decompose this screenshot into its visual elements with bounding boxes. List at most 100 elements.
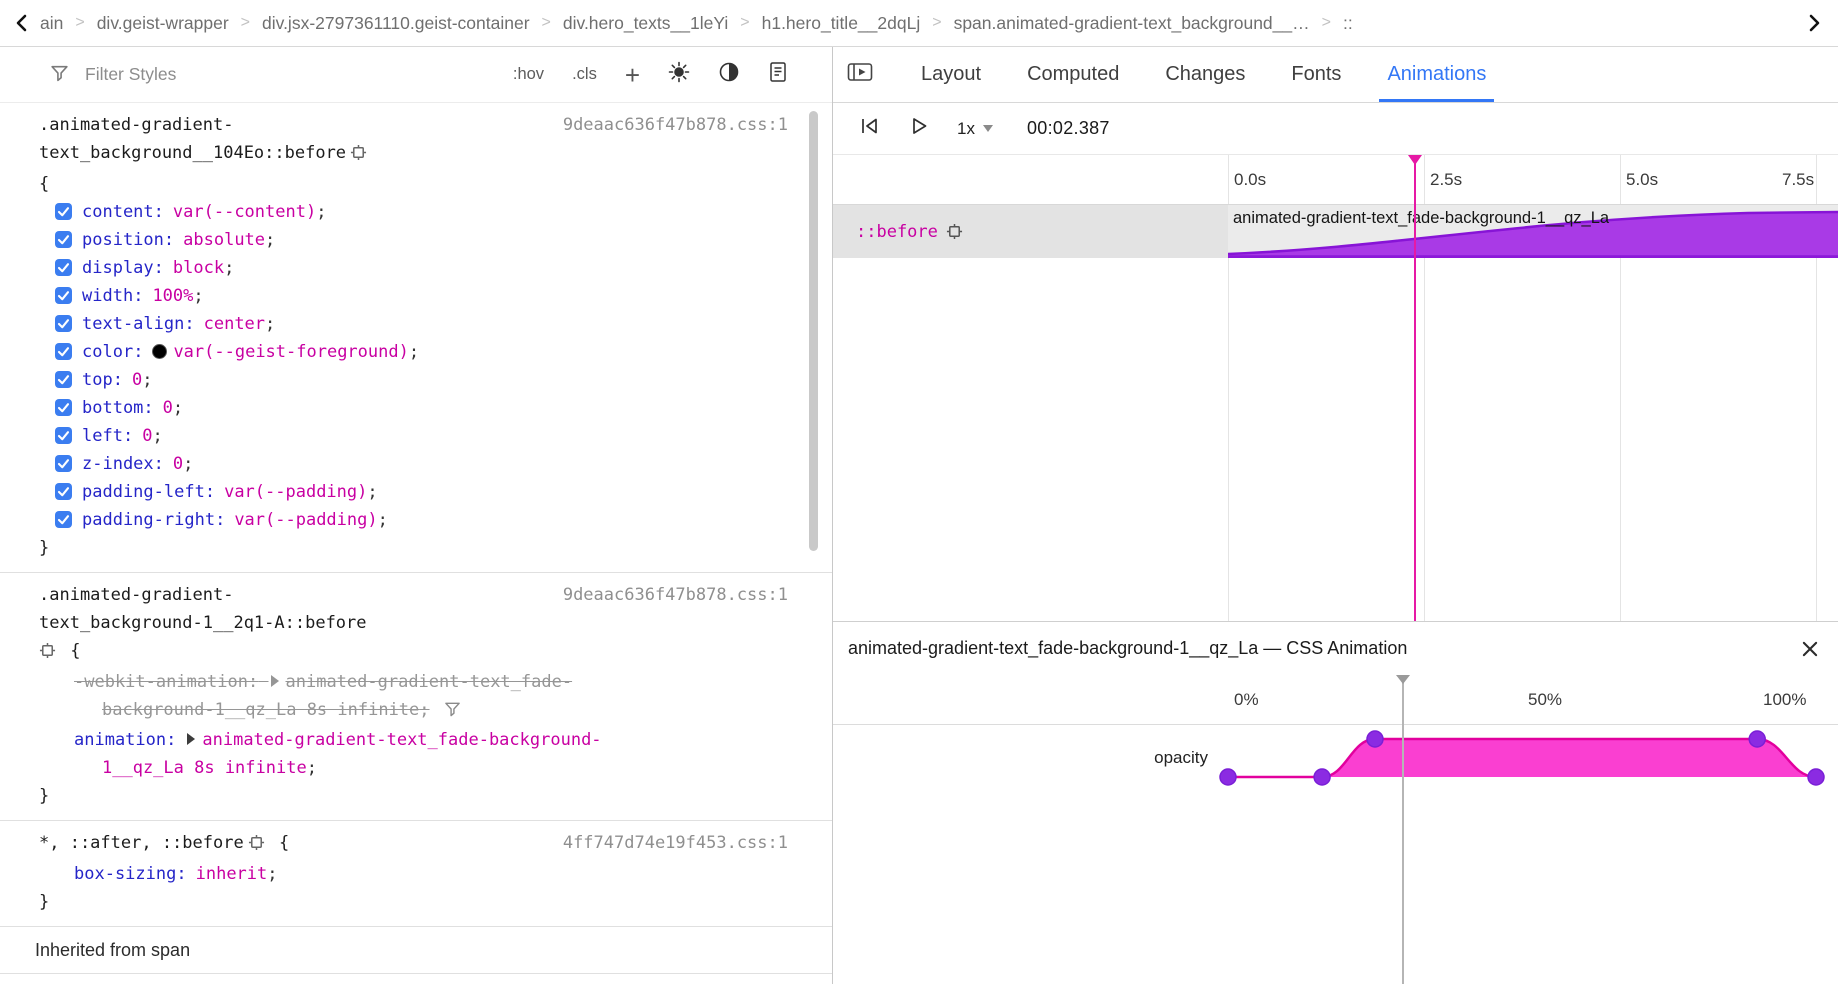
property-value[interactable]: var(--padding) xyxy=(234,510,377,530)
stylesheet-source-link[interactable]: 9deaac636f47b878.css:1 xyxy=(563,581,788,609)
breadcrumb-item[interactable]: div.jsx-2797361110.geist-container xyxy=(262,13,530,34)
property-name[interactable]: width xyxy=(82,286,133,306)
property-enabled-checkbox[interactable] xyxy=(55,455,72,472)
rule-selector[interactable]: *, ::after, ::before xyxy=(39,833,244,853)
stylesheet-source-link[interactable]: 9deaac636f47b878.css:1 xyxy=(563,111,788,139)
contrast-appearance-icon[interactable] xyxy=(718,61,740,88)
animations-tab-item[interactable]: Layout xyxy=(921,47,981,102)
property-name[interactable]: color xyxy=(82,342,133,362)
styles-filter-bar: Filter Styles :hov .cls + xyxy=(0,47,832,103)
property-value[interactable]: absolute xyxy=(183,230,265,250)
play-icon[interactable] xyxy=(909,116,929,141)
percent-ruler-label: 100% xyxy=(1763,690,1806,710)
close-icon[interactable] xyxy=(1800,639,1820,659)
timeline-playhead[interactable] xyxy=(1414,155,1416,621)
toggle-hover-states-button[interactable]: :hov xyxy=(513,65,544,84)
breadcrumb-item[interactable]: span.animated-gradient-text_background__… xyxy=(954,13,1310,34)
keyframe-dot[interactable] xyxy=(1220,769,1236,785)
css-rules-list: .animated-gradient- 9deaac636f47b878.css… xyxy=(0,103,832,984)
styles-panel: Filter Styles :hov .cls + .ani xyxy=(0,47,832,984)
skip-to-start-icon[interactable] xyxy=(859,116,881,141)
property-name[interactable]: position xyxy=(82,230,164,250)
property-value[interactable]: 0 xyxy=(173,454,183,474)
property-value[interactable]: var(--padding) xyxy=(224,482,367,502)
toggle-classes-button[interactable]: .cls xyxy=(572,65,597,84)
property-name[interactable]: bottom xyxy=(82,398,143,418)
rule-selector[interactable]: .animated-gradient- xyxy=(39,111,233,139)
property-value[interactable]: block xyxy=(173,258,224,278)
property-value[interactable]: 0 xyxy=(142,426,152,446)
scope-target-icon[interactable] xyxy=(248,836,265,856)
panel-toggle-icon[interactable] xyxy=(847,61,873,89)
overridden-filter-icon xyxy=(444,698,461,726)
keyframes-current-time-indicator[interactable] xyxy=(1402,675,1404,984)
disclosure-triangle-icon[interactable] xyxy=(271,675,279,687)
breadcrumb-item[interactable]: h1.hero_title__2dqLj xyxy=(762,13,921,34)
filter-styles-input[interactable]: Filter Styles xyxy=(85,64,176,85)
property-value[interactable]: 100% xyxy=(152,286,193,306)
property-enabled-checkbox[interactable] xyxy=(55,399,72,416)
property-enabled-checkbox[interactable] xyxy=(55,259,72,276)
property-name[interactable]: left xyxy=(82,426,123,446)
property-enabled-checkbox[interactable] xyxy=(55,343,72,360)
breadcrumb-item[interactable]: div.hero_texts__1leYi xyxy=(563,13,728,34)
property-value[interactable]: var(--content) xyxy=(173,202,316,222)
property-name[interactable]: padding-right xyxy=(82,510,215,530)
property-enabled-checkbox[interactable] xyxy=(55,371,72,388)
keyframe-dot[interactable] xyxy=(1749,731,1765,747)
property-value[interactable]: 0 xyxy=(163,398,173,418)
stylesheet-source-link[interactable]: 4ff747d74e19f453.css:1 xyxy=(563,829,788,857)
add-rule-button[interactable]: + xyxy=(625,62,640,88)
css-property-row[interactable]: box-sizing:inherit; xyxy=(39,860,788,888)
breadcrumb-forward-icon[interactable] xyxy=(1808,13,1822,33)
css-property-row-disabled[interactable]: -webkit-animation: animated-gradient-tex… xyxy=(39,668,788,696)
playhead-triangle-icon[interactable] xyxy=(1408,155,1422,165)
property-enabled-checkbox[interactable] xyxy=(55,511,72,528)
animations-tab-item[interactable]: Fonts xyxy=(1291,47,1341,102)
property-name[interactable]: content xyxy=(82,202,154,222)
track-pseudo-element-label[interactable]: ::before xyxy=(856,222,938,242)
property-enabled-checkbox[interactable] xyxy=(55,231,72,248)
color-swatch[interactable] xyxy=(152,344,167,359)
keyframe-dot[interactable] xyxy=(1314,769,1330,785)
property-name[interactable]: text-align xyxy=(82,314,184,334)
light-appearance-icon[interactable] xyxy=(668,61,690,88)
property-enabled-checkbox[interactable] xyxy=(55,203,72,220)
styles-scrollbar[interactable] xyxy=(809,111,818,551)
timeline-time-ruler[interactable]: 0.0s2.5s5.0s7.5s xyxy=(833,155,1838,205)
property-enabled-checkbox[interactable] xyxy=(55,315,72,332)
property-name[interactable]: display xyxy=(82,258,154,278)
scope-target-icon[interactable] xyxy=(39,644,56,664)
property-value[interactable]: var(--geist-foreground) xyxy=(173,342,408,362)
rule-selector[interactable]: text_background__104Eo::before xyxy=(39,143,346,163)
property-enabled-checkbox[interactable] xyxy=(55,483,72,500)
scope-target-icon[interactable] xyxy=(946,223,963,240)
disclosure-triangle-icon[interactable] xyxy=(187,733,195,745)
animations-tab-item[interactable]: Changes xyxy=(1165,47,1245,102)
property-value[interactable]: center xyxy=(204,314,265,334)
css-property-row[interactable]: animation:animated-gradient-text_fade-ba… xyxy=(39,726,788,754)
playback-speed-dropdown[interactable]: 1x xyxy=(957,119,993,139)
animations-tab-item[interactable]: Animations xyxy=(1387,47,1486,102)
property-name[interactable]: z-index xyxy=(82,454,154,474)
property-enabled-checkbox[interactable] xyxy=(55,427,72,444)
css-property-row: z-index:0; xyxy=(39,450,788,478)
scope-target-icon[interactable] xyxy=(350,146,367,166)
property-name[interactable]: padding-left xyxy=(82,482,205,502)
animations-tab-item[interactable]: Computed xyxy=(1027,47,1119,102)
keyframe-dot[interactable] xyxy=(1367,731,1383,747)
breadcrumb-back-icon[interactable] xyxy=(14,13,28,33)
breadcrumb-item[interactable]: :: xyxy=(1343,13,1353,34)
keyframes-detail-title: animated-gradient-text_fade-background-1… xyxy=(848,638,1407,659)
breadcrumb-item[interactable]: div.geist-wrapper xyxy=(97,13,229,34)
stylesheet-document-icon[interactable] xyxy=(768,61,788,88)
property-enabled-checkbox[interactable] xyxy=(55,287,72,304)
rule-selector[interactable]: .animated-gradient- xyxy=(39,581,233,609)
keyframe-dot[interactable] xyxy=(1808,769,1824,785)
breadcrumb-item[interactable]: ain xyxy=(40,13,63,34)
rule-selector[interactable]: text_background-1__2q1-A::before xyxy=(39,613,367,633)
property-name[interactable]: top xyxy=(82,370,113,390)
track-target-cell[interactable]: ::before xyxy=(833,205,1228,258)
property-colon: : xyxy=(143,398,153,418)
property-value[interactable]: 0 xyxy=(132,370,142,390)
